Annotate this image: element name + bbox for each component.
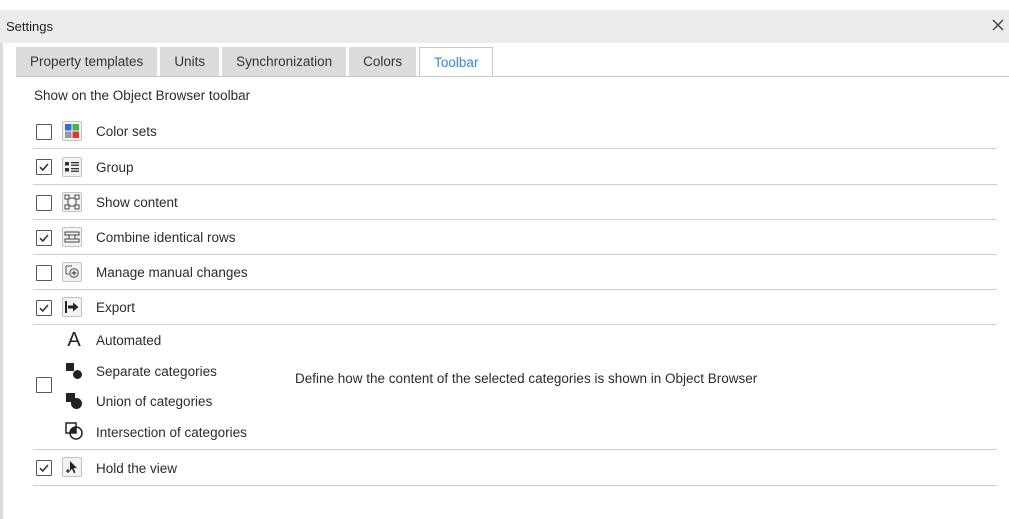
category-mode-label: Intersection of categories xyxy=(96,425,247,440)
show-content-checkbox[interactable] xyxy=(36,195,52,211)
option-row-show-content: Show content xyxy=(33,185,997,220)
intersection-categories-icon xyxy=(64,421,84,441)
tab-synchronization[interactable]: Synchronization xyxy=(222,47,347,76)
option-label: Combine identical rows xyxy=(96,230,236,245)
section-title: Show on the Object Browser toolbar xyxy=(34,88,251,103)
option-label: Export xyxy=(96,300,136,315)
option-label: Group xyxy=(96,160,134,175)
check-icon xyxy=(39,304,49,313)
option-row-combine-identical-rows: Combine identical rows xyxy=(33,220,997,255)
category-mode-label: Automated xyxy=(96,333,162,348)
option-label: Color sets xyxy=(96,124,157,139)
option-label: Hold the view xyxy=(96,461,178,476)
option-label: Show content xyxy=(96,195,178,210)
check-icon xyxy=(39,163,49,172)
hold-view-icon xyxy=(62,457,82,477)
tab-colors[interactable]: Colors xyxy=(349,47,417,76)
color-sets-checkbox[interactable] xyxy=(36,124,52,140)
combine-rows-checkbox[interactable] xyxy=(36,230,52,246)
check-icon xyxy=(39,464,49,473)
option-row-manage-manual-changes: Manage manual changes xyxy=(33,255,997,290)
separate-categories-icon xyxy=(64,361,84,381)
category-mode-label: Union of categories xyxy=(96,394,213,409)
option-row-export: Export xyxy=(33,290,997,325)
automated-icon: A xyxy=(67,329,81,351)
union-categories-icon xyxy=(64,391,84,411)
close-icon xyxy=(992,19,1004,31)
settings-window: Settings Property templates Units Synchr… xyxy=(0,10,1009,519)
show-content-icon xyxy=(62,192,82,212)
close-button[interactable] xyxy=(987,13,1009,37)
option-row-group: Group xyxy=(33,149,997,185)
tab-bar: Property templates Units Synchronization… xyxy=(16,47,494,77)
category-mode-label: Separate categories xyxy=(96,364,217,379)
export-icon xyxy=(62,297,82,317)
manage-changes-checkbox[interactable] xyxy=(36,265,52,281)
categories-checkbox[interactable] xyxy=(36,377,52,393)
option-row-categories: A Automated Separate categories Union of… xyxy=(33,325,997,450)
tab-units[interactable]: Units xyxy=(160,47,220,76)
option-label: Manage manual changes xyxy=(96,265,248,280)
window-title: Settings xyxy=(6,19,53,34)
option-row-color-sets: Color sets xyxy=(33,113,997,149)
tab-property-templates[interactable]: Property templates xyxy=(16,47,158,76)
combine-rows-icon xyxy=(62,227,82,247)
tab-toolbar[interactable]: Toolbar xyxy=(419,47,494,77)
manage-changes-icon xyxy=(62,262,82,282)
categories-description: Define how the content of the selected c… xyxy=(295,371,758,386)
export-checkbox[interactable] xyxy=(36,300,52,316)
title-bar: Settings xyxy=(0,10,1009,43)
color-sets-icon xyxy=(62,121,82,141)
check-icon xyxy=(39,234,49,243)
hold-view-checkbox[interactable] xyxy=(36,460,52,476)
group-icon xyxy=(62,157,82,177)
group-checkbox[interactable] xyxy=(36,159,52,175)
option-row-hold-view: Hold the view xyxy=(33,450,997,486)
